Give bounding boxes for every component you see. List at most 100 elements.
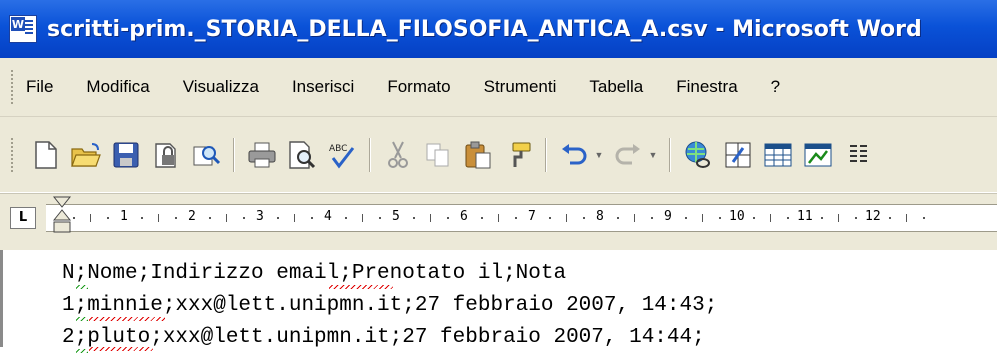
tab-selector-button[interactable]: L [10,207,36,229]
ruler-dot [549,217,551,219]
new-document-icon[interactable] [29,138,63,172]
page-edge [0,250,3,347]
ruler-dot [311,217,313,219]
ruler-dot [651,217,653,219]
ruler-tick [430,214,431,222]
ruler-dot [719,217,721,219]
ruler-dot [821,217,823,219]
cut-icon[interactable] [381,138,415,172]
ruler-tick [362,214,363,222]
ruler-dot [243,217,245,219]
menu-formato[interactable]: Formato [387,77,450,97]
window-title: scritti-prim._STORIA_DELLA_FILOSOFIA_ANT… [47,16,922,42]
ruler-tick [90,214,91,222]
ruler-tick [838,214,839,222]
ruler-bar: L 1 2 3 4 5 6 7 8 9 10 11 12 [0,193,997,250]
ruler-number: 1 [120,209,128,224]
toolbar-separator [545,137,547,172]
document-body[interactable]: N;Nome;Indirizzo email;Prenotato il;Nota… [0,250,997,353]
open-folder-icon[interactable] [69,138,103,172]
spelling-error-underline [89,317,165,321]
ruler-dot [923,217,925,219]
ruler-dot [481,217,483,219]
standard-toolbar: ABC ▼ ▼ [0,117,997,192]
redo-icon[interactable] [611,138,645,172]
hyperlink-icon[interactable] [681,138,715,172]
redo-dropdown-icon[interactable]: ▼ [648,150,658,160]
copy-icon[interactable] [421,138,455,172]
ruler-dot [617,217,619,219]
ruler-number: 4 [324,209,332,224]
ruler-number: 2 [188,209,196,224]
insert-excel-icon[interactable] [801,138,835,172]
ruler-tick [702,214,703,222]
ruler-number: 10 [729,209,745,224]
horizontal-ruler[interactable]: 1 2 3 4 5 6 7 8 9 10 11 12 [46,204,997,232]
ruler-dot [277,217,279,219]
insert-table-icon[interactable] [761,138,795,172]
columns-icon[interactable] [841,138,875,172]
ruler-dot [413,217,415,219]
ruler-dot [345,217,347,219]
ruler-number: 3 [256,209,264,224]
menu-modifica[interactable]: Modifica [86,77,149,97]
tables-borders-icon[interactable] [721,138,755,172]
permission-icon[interactable] [149,138,183,172]
toolbar-separator [233,137,235,172]
spelling-icon[interactable]: ABC [325,138,359,172]
paste-icon[interactable] [461,138,495,172]
document-line-header[interactable]: N;Nome;Indirizzo email;Prenotato il;Nota [62,262,566,285]
indent-markers[interactable] [51,196,73,236]
menu-bar: File Modifica Visualizza Inserisci Forma… [0,58,997,117]
ruler-dot [889,217,891,219]
research-icon[interactable] [189,138,223,172]
menu-strumenti[interactable]: Strumenti [484,77,557,97]
word-document-icon[interactable]: W [9,15,37,43]
menu-grip-handle[interactable] [10,69,14,105]
ruler-number: 6 [460,209,468,224]
ruler-dot [141,217,143,219]
grammar-error-underline [76,349,88,353]
ruler-dot [753,217,755,219]
print-icon[interactable] [245,138,279,172]
menu-file[interactable]: File [26,77,53,97]
ruler-dot [107,217,109,219]
ruler-number: 8 [596,209,604,224]
ruler-number: 7 [528,209,536,224]
undo-icon[interactable] [557,138,591,172]
menu-help[interactable]: ? [771,77,780,97]
ruler-number: 9 [664,209,672,224]
ruler-dot [685,217,687,219]
ruler-tick [906,214,907,222]
save-icon[interactable] [109,138,143,172]
title-bar[interactable]: W scritti-prim._STORIA_DELLA_FILOSOFIA_A… [0,0,997,58]
toolbar-separator [369,137,371,172]
toolbar-grip-handle[interactable] [10,136,14,173]
ruler-dot [73,217,75,219]
spelling-error-underline [89,347,153,351]
menu-inserisci[interactable]: Inserisci [292,77,354,97]
ruler-dot [583,217,585,219]
ruler-dot [855,217,857,219]
ruler-tick [294,214,295,222]
ruler-dot [379,217,381,219]
undo-dropdown-icon[interactable]: ▼ [594,150,604,160]
spelling-error-underline [329,285,393,289]
format-painter-icon[interactable] [501,138,535,172]
ruler-dot [787,217,789,219]
ruler-dot [175,217,177,219]
ruler-dot [209,217,211,219]
menu-tabella[interactable]: Tabella [589,77,643,97]
menu-finestra[interactable]: Finestra [676,77,737,97]
grammar-error-underline [76,285,88,289]
ruler-tick [634,214,635,222]
document-line-row-1[interactable]: 1;minnie;xxx@lett.unipmn.it;27 febbraio … [62,294,717,317]
ruler-tick [226,214,227,222]
grammar-error-underline [76,317,88,321]
ruler-dot [515,217,517,219]
menu-visualizza[interactable]: Visualizza [183,77,259,97]
document-line-row-2[interactable]: 2;pluto;xxx@lett.unipmn.it;27 febbraio 2… [62,326,705,349]
print-preview-icon[interactable] [285,138,319,172]
ruler-number: 11 [797,209,813,224]
ruler-tick [566,214,567,222]
